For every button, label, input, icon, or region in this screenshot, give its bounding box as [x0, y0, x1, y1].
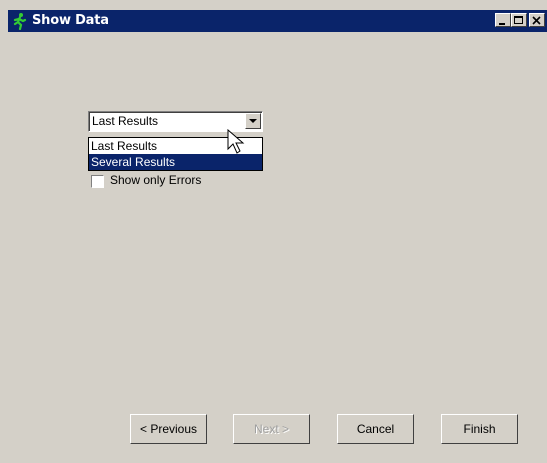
minimize-icon	[499, 23, 505, 25]
mouse-cursor-icon	[227, 129, 245, 154]
combobox-value: Last Results	[92, 114, 159, 128]
minimize-button[interactable]	[495, 13, 511, 27]
chevron-down-icon	[249, 119, 257, 123]
running-man-icon	[11, 12, 29, 31]
maximize-button[interactable]	[511, 13, 527, 27]
next-button[interactable]: Next >	[233, 414, 310, 444]
show-data-window: Show Data Last Results Last Results Seve…	[0, 0, 547, 463]
close-icon	[532, 16, 541, 25]
finish-button[interactable]: Finish	[441, 414, 518, 444]
title-bar[interactable]: Show Data	[8, 10, 547, 32]
cancel-button[interactable]: Cancel	[337, 414, 414, 444]
dialog-body: Last Results Last Results Several Result…	[8, 32, 547, 463]
previous-button[interactable]: < Previous	[130, 414, 207, 444]
show-only-errors-checkbox[interactable]	[91, 175, 104, 188]
maximize-icon	[514, 16, 523, 24]
combobox-dropdown-button[interactable]	[245, 113, 261, 129]
window-title: Show Data	[32, 13, 109, 28]
show-only-errors-label[interactable]: Show only Errors	[110, 173, 201, 187]
close-button[interactable]	[529, 13, 545, 27]
